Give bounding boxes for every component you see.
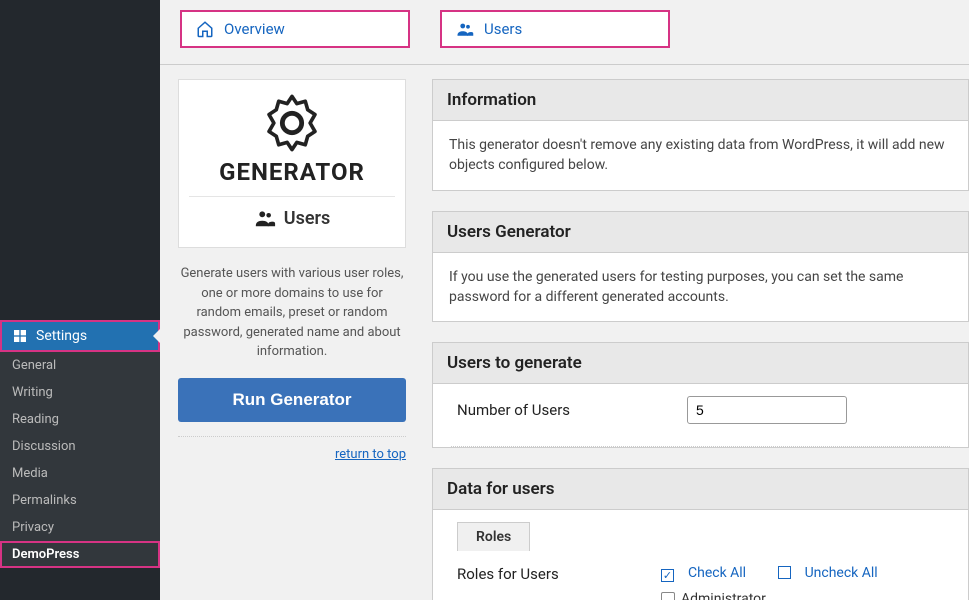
- panel-users-generator-body: If you use the generated users for testi…: [433, 253, 968, 322]
- sidebar-sub-discussion[interactable]: Discussion: [0, 433, 160, 460]
- sidebar-item-settings[interactable]: Settings: [0, 320, 160, 352]
- checkbox-icon: [661, 592, 675, 600]
- generator-description: Generate users with various user roles, …: [178, 264, 406, 362]
- panel-information-body: This generator doesn't remove any existi…: [433, 121, 968, 190]
- checkbox-icon: [661, 569, 674, 582]
- subtab-roles[interactable]: Roles: [457, 522, 530, 551]
- admin-sidebar: Settings General Writing Reading Discuss…: [0, 0, 160, 600]
- checkbox-icon: [778, 566, 791, 579]
- panel-users-to-generate-title: Users to generate: [433, 343, 968, 384]
- panel-information: Information This generator doesn't remov…: [432, 79, 969, 191]
- sidebar-sub-media[interactable]: Media: [0, 460, 160, 487]
- sidebar-submenu: General Writing Reading Discussion Media…: [0, 352, 160, 568]
- check-all-link[interactable]: Check All: [661, 565, 760, 581]
- sidebar-sub-writing[interactable]: Writing: [0, 379, 160, 406]
- users-icon: [254, 207, 276, 229]
- number-of-users-input[interactable]: [687, 396, 847, 424]
- generator-subtitle: Users: [189, 207, 395, 229]
- sidebar-sub-demopress[interactable]: DemoPress: [0, 541, 160, 568]
- home-icon: [196, 20, 214, 38]
- number-of-users-label: Number of Users: [457, 401, 687, 419]
- settings-icon: [12, 328, 28, 344]
- panel-users-generator: Users Generator If you use the generated…: [432, 211, 969, 323]
- users-icon: [456, 20, 474, 38]
- panel-data-for-users-title: Data for users: [433, 469, 968, 510]
- panel-information-title: Information: [433, 80, 968, 121]
- tab-overview-label: Overview: [224, 20, 285, 38]
- generator-sidebar: GENERATOR Users Generate users with vari…: [160, 65, 420, 600]
- tab-users-label: Users: [484, 20, 522, 38]
- generator-title: GENERATOR: [189, 158, 395, 197]
- return-to-top-link[interactable]: return to top: [335, 447, 406, 462]
- generator-card: GENERATOR Users: [178, 79, 406, 248]
- panel-data-for-users: Data for users Roles Roles for Users Che…: [432, 468, 969, 600]
- return-to-top: return to top: [178, 436, 406, 462]
- sidebar-sub-reading[interactable]: Reading: [0, 406, 160, 433]
- run-generator-button[interactable]: Run Generator: [178, 378, 406, 422]
- sidebar-sub-general[interactable]: General: [0, 352, 160, 379]
- settings-label: Settings: [36, 328, 87, 344]
- sidebar-sub-permalinks[interactable]: Permalinks: [0, 487, 160, 514]
- uncheck-all-link[interactable]: Uncheck All: [778, 565, 892, 581]
- role-option-administrator[interactable]: Administrator: [661, 591, 968, 600]
- panel-users-generator-title: Users Generator: [433, 212, 968, 253]
- tab-overview[interactable]: Overview: [180, 10, 410, 48]
- tab-users[interactable]: Users: [440, 10, 670, 48]
- gear-icon: [263, 94, 321, 152]
- roles-for-users-label: Roles for Users: [457, 565, 661, 583]
- panel-users-to-generate: Users to generate Number of Users: [432, 342, 969, 448]
- page-tabs: Overview Users: [160, 0, 969, 65]
- sidebar-sub-privacy[interactable]: Privacy: [0, 514, 160, 541]
